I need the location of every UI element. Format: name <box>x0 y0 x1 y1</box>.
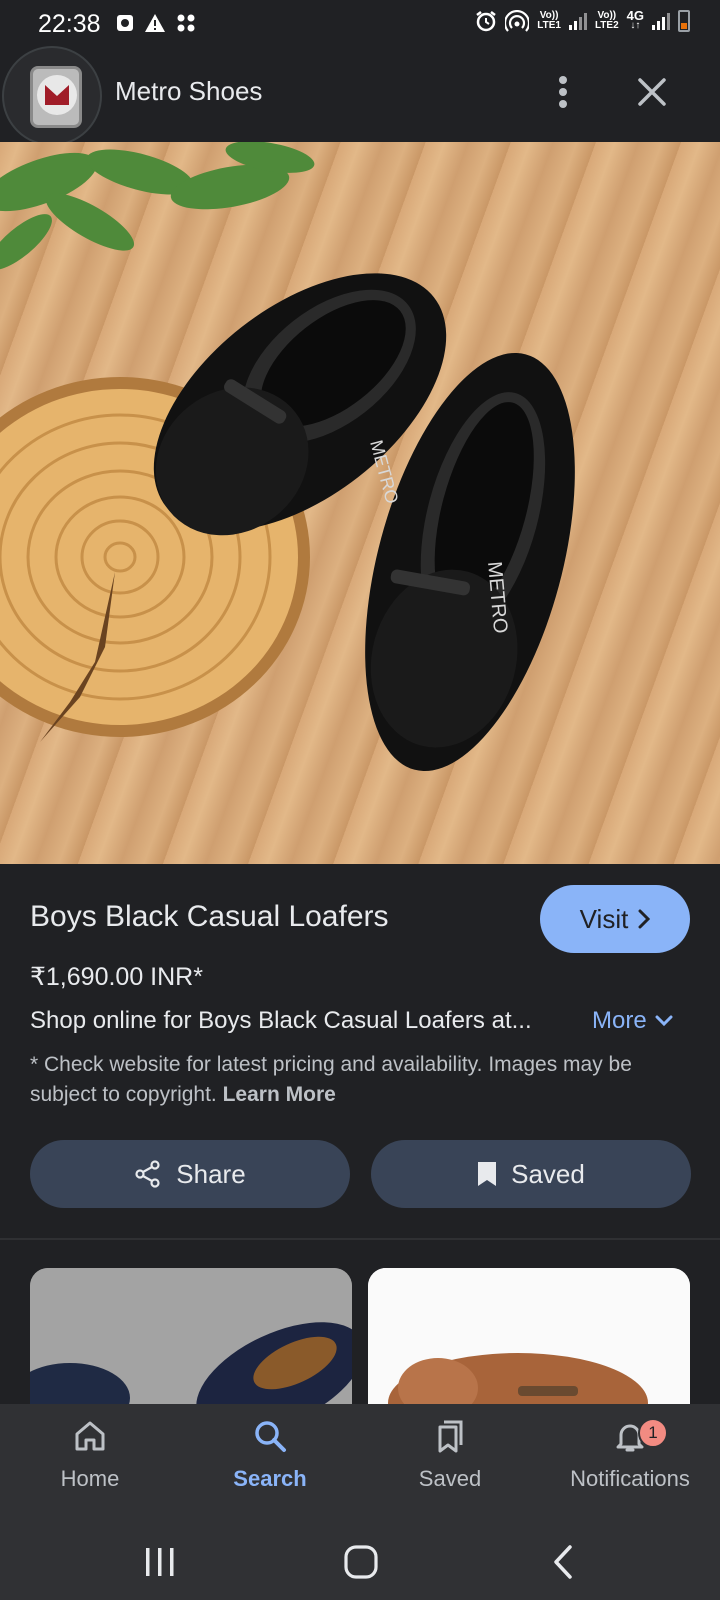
saved-button[interactable]: Saved <box>371 1140 691 1208</box>
related-image-1[interactable] <box>30 1268 352 1408</box>
hotspot-icon <box>505 10 530 32</box>
chevron-right-icon <box>638 909 651 929</box>
product-description: Shop online for Boys Black Casual Loafer… <box>30 1007 532 1034</box>
recents-icon <box>146 1548 174 1576</box>
more-vert-icon <box>559 76 567 108</box>
back-icon <box>554 1545 572 1579</box>
signal-2-icon <box>652 12 670 30</box>
home-system-button[interactable] <box>331 1538 391 1586</box>
saved-icon <box>438 1420 463 1453</box>
site-logo <box>30 66 82 128</box>
site-logo-ring[interactable] <box>2 46 102 146</box>
recent-apps-button[interactable] <box>130 1538 190 1586</box>
home-icon <box>75 1421 105 1451</box>
more-label: More <box>592 1007 647 1034</box>
nav-home[interactable]: Home <box>0 1418 180 1518</box>
network-type: 4G ↓↑ <box>626 8 644 31</box>
more-toggle[interactable]: More <box>592 1007 673 1035</box>
section-divider <box>0 1238 720 1240</box>
product-title: Boys Black Casual Loafers <box>30 900 389 933</box>
visit-label: Visit <box>579 903 629 934</box>
nav-search-label: Search <box>233 1466 307 1491</box>
header: Metro Shoes <box>0 46 720 146</box>
status-bar: 22:38 Vo)) LTE1 Vo)) LTE2 4G ↓↑ <box>0 0 720 46</box>
disclaimer: * Check website for latest pricing and a… <box>30 1050 690 1110</box>
search-icon <box>255 1421 286 1452</box>
sim1-label: Vo)) LTE1 <box>537 10 561 31</box>
product-price: ₹1,690.00 INR* <box>30 963 203 991</box>
bookmark-filled-icon <box>478 1162 497 1186</box>
nav-saved-label: Saved <box>418 1466 482 1491</box>
nav-search[interactable]: Search <box>180 1418 360 1518</box>
share-label: Share <box>176 1158 246 1189</box>
system-navigation-bar <box>0 1524 720 1600</box>
visit-button[interactable]: Visit <box>540 885 690 953</box>
close-icon <box>638 78 666 106</box>
sim2-label: Vo)) LTE2 <box>594 10 619 31</box>
related-image-2[interactable] <box>368 1268 690 1408</box>
svg-text:METRO: METRO <box>366 438 402 506</box>
nav-notifications[interactable]: 1 Notifications <box>540 1418 720 1518</box>
saved-label: Saved <box>511 1158 585 1189</box>
image-viewer-page: 22:38 Vo)) LTE1 Vo)) LTE2 4G ↓↑ Metro Shoes <box>0 0 720 1600</box>
battery-icon <box>678 10 690 32</box>
share-icon <box>135 1160 160 1188</box>
signal-1-icon <box>568 12 587 30</box>
back-button[interactable] <box>533 1538 593 1586</box>
apps-notification-icon <box>177 14 195 32</box>
nav-home-label: Home <box>60 1466 120 1491</box>
alarm-icon <box>476 11 496 32</box>
nav-saved[interactable]: Saved <box>360 1418 540 1518</box>
product-photo-illustration: METRO METRO <box>0 142 575 772</box>
home-circle-icon <box>344 1545 378 1579</box>
chevron-down-icon <box>655 1015 673 1027</box>
share-button[interactable]: Share <box>30 1140 350 1208</box>
learn-more-link[interactable]: Learn More <box>223 1083 336 1106</box>
site-name[interactable]: Metro Shoes <box>115 76 262 107</box>
camera-notification-icon <box>117 15 133 31</box>
close-button[interactable] <box>630 70 674 114</box>
bottom-navigation: Home Search Saved 1 Notifications <box>0 1404 720 1524</box>
status-time: 22:38 <box>38 10 101 38</box>
product-image[interactable]: METRO METRO <box>0 142 720 864</box>
notification-badge: 1 <box>638 1418 668 1448</box>
more-options-button[interactable] <box>544 70 582 114</box>
warning-icon <box>145 14 165 32</box>
nav-notifications-label: Notifications <box>570 1466 690 1491</box>
